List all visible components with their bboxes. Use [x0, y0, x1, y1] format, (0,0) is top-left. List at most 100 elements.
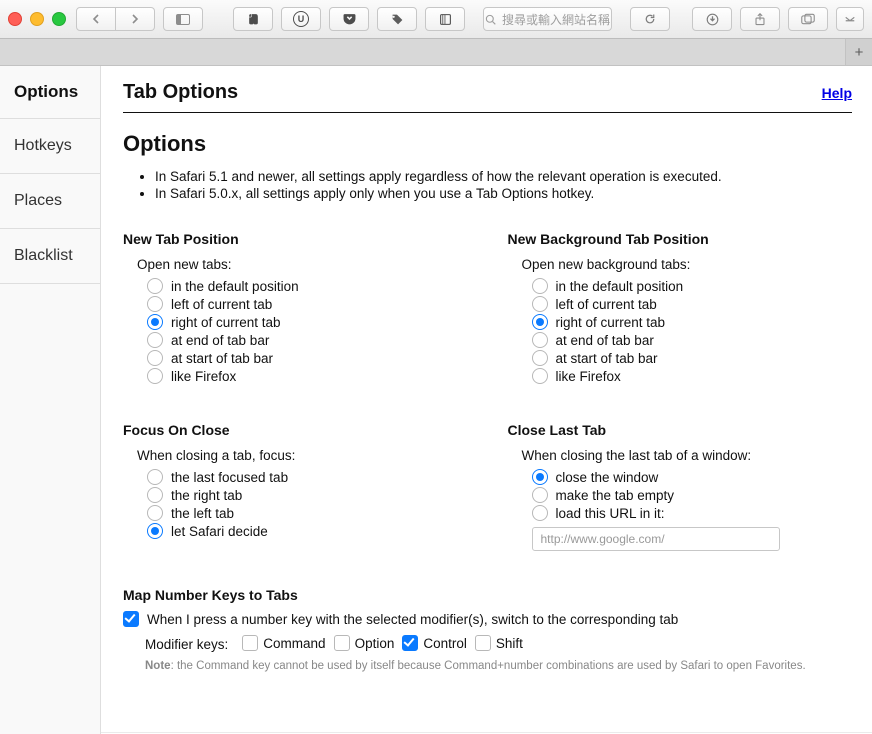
radio-option[interactable]: left of current tab: [147, 296, 468, 312]
address-placeholder: 搜尋或輸入網站名稱: [502, 11, 610, 28]
sidebar-toggle-button[interactable]: [163, 7, 203, 31]
radio-label: left of current tab: [556, 297, 657, 312]
radio-indicator: [147, 505, 163, 521]
radio-option[interactable]: like Firefox: [532, 368, 853, 384]
modifier-option[interactable]: Control: [402, 635, 467, 651]
search-icon: [485, 14, 496, 25]
radio-label: right of current tab: [171, 315, 281, 330]
evernote-ext-button[interactable]: [233, 7, 273, 31]
section-heading: Focus On Close: [123, 422, 468, 438]
radio-indicator: [532, 314, 548, 330]
note-text: : the Command key cannot be used by itse…: [171, 660, 806, 672]
radio-option[interactable]: the last focused tab: [147, 469, 468, 485]
sidebar-item-hotkeys[interactable]: Hotkeys: [0, 118, 100, 173]
radio-indicator: [532, 368, 548, 384]
section-heading: Map Number Keys to Tabs: [123, 587, 852, 603]
modifier-label: Control: [423, 636, 467, 651]
radio-label: at start of tab bar: [556, 351, 658, 366]
radio-option[interactable]: in the default position: [147, 278, 468, 294]
radio-label: left of current tab: [171, 297, 272, 312]
radio-option[interactable]: at start of tab bar: [532, 350, 853, 366]
section-subhead: When closing the last tab of a window:: [522, 448, 853, 463]
note-item: In Safari 5.0.x, all settings apply only…: [155, 186, 852, 201]
toolbar-overflow-button[interactable]: [836, 7, 864, 31]
radio-option[interactable]: close the window: [532, 469, 853, 485]
close-last-url-input[interactable]: http://www.google.com/: [532, 527, 780, 551]
radio-indicator: [147, 314, 163, 330]
map-enable-label: When I press a number key with the selec…: [147, 612, 678, 627]
radio-option[interactable]: at end of tab bar: [147, 332, 468, 348]
radio-option[interactable]: the right tab: [147, 487, 468, 503]
radio-indicator: [532, 332, 548, 348]
ublock-letter: U: [293, 11, 309, 27]
radio-indicator: [147, 368, 163, 384]
tabs-overview-button[interactable]: [788, 7, 828, 31]
radio-indicator: [532, 505, 548, 521]
map-enable-checkbox[interactable]: [123, 611, 139, 627]
back-forward-group: [76, 7, 155, 31]
sidebar-item-blacklist[interactable]: Blacklist: [0, 228, 100, 284]
section-heading: New Background Tab Position: [508, 231, 853, 247]
fullscreen-window-button[interactable]: [52, 12, 66, 26]
radio-label: like Firefox: [171, 369, 236, 384]
ublock-ext-button[interactable]: U: [281, 7, 321, 31]
modifier-keys-label: Modifier keys:: [145, 637, 228, 652]
radio-option[interactable]: like Firefox: [147, 368, 468, 384]
section-heading: Close Last Tab: [508, 422, 853, 438]
sidebar: Options Hotkeys Places Blacklist: [0, 66, 101, 734]
radio-label: the left tab: [171, 506, 234, 521]
section-subhead: Open new background tabs:: [522, 257, 853, 272]
section-new-tab-position: New Tab Position Open new tabs: in the d…: [123, 231, 468, 386]
radio-option[interactable]: left of current tab: [532, 296, 853, 312]
share-button[interactable]: [740, 7, 780, 31]
radio-indicator: [147, 469, 163, 485]
minimize-window-button[interactable]: [30, 12, 44, 26]
modifier-checkbox: [334, 635, 350, 651]
modifier-option[interactable]: Shift: [475, 635, 523, 651]
radio-label: right of current tab: [556, 315, 666, 330]
radio-option[interactable]: at end of tab bar: [532, 332, 853, 348]
close-window-button[interactable]: [8, 12, 22, 26]
note-ext-button[interactable]: [425, 7, 465, 31]
radio-indicator: [147, 278, 163, 294]
address-bar[interactable]: 搜尋或輸入網站名稱: [483, 7, 612, 31]
radio-label: in the default position: [171, 279, 299, 294]
sidebar-title: Options: [0, 66, 100, 118]
new-tab-button[interactable]: +: [845, 39, 872, 65]
radio-option[interactable]: load this URL in it:: [532, 505, 853, 521]
radio-option[interactable]: the left tab: [147, 505, 468, 521]
radio-indicator: [147, 350, 163, 366]
help-link[interactable]: Help: [822, 85, 852, 101]
radio-label: the last focused tab: [171, 470, 288, 485]
radio-label: at start of tab bar: [171, 351, 273, 366]
sidebar-item-places[interactable]: Places: [0, 173, 100, 228]
radio-label: the right tab: [171, 488, 242, 503]
tab-strip: +: [0, 39, 872, 66]
modifier-option[interactable]: Option: [334, 635, 395, 651]
radio-indicator: [147, 523, 163, 539]
reload-button[interactable]: [630, 7, 670, 31]
radio-option[interactable]: right of current tab: [147, 314, 468, 330]
pocket-ext-button[interactable]: [329, 7, 369, 31]
tag-ext-button[interactable]: [377, 7, 417, 31]
page-title: Tab Options: [123, 81, 238, 104]
section-close-last-tab: Close Last Tab When closing the last tab…: [508, 422, 853, 551]
modifier-checkbox: [242, 635, 258, 651]
radio-option[interactable]: at start of tab bar: [147, 350, 468, 366]
downloads-button[interactable]: [692, 7, 732, 31]
modifier-label: Option: [355, 636, 395, 651]
radio-indicator: [147, 487, 163, 503]
radio-label: close the window: [556, 470, 659, 485]
radio-option[interactable]: in the default position: [532, 278, 853, 294]
back-button[interactable]: [76, 7, 116, 31]
radio-label: let Safari decide: [171, 524, 268, 539]
section-subhead: When closing a tab, focus:: [137, 448, 468, 463]
radio-option[interactable]: right of current tab: [532, 314, 853, 330]
radio-option[interactable]: let Safari decide: [147, 523, 468, 539]
main-content: Tab Options Help Options In Safari 5.1 a…: [101, 66, 872, 734]
radio-indicator: [532, 350, 548, 366]
forward-button[interactable]: [116, 7, 155, 31]
modifier-option[interactable]: Command: [242, 635, 325, 651]
radio-option[interactable]: make the tab empty: [532, 487, 853, 503]
section-focus-on-close: Focus On Close When closing a tab, focus…: [123, 422, 468, 551]
